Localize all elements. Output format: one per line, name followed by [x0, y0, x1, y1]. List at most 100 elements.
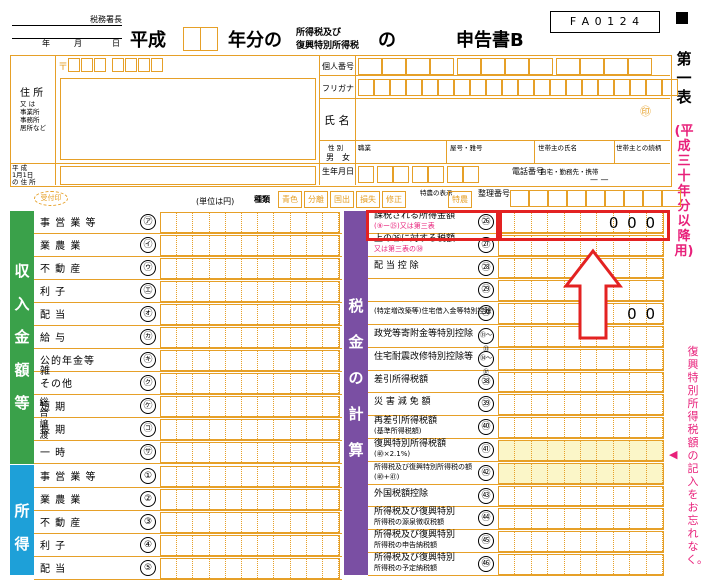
sex-male[interactable]: 男 — [326, 152, 334, 163]
row-mark: ㊵ — [478, 419, 494, 436]
amount-input[interactable] — [160, 558, 340, 579]
ref-no-boxes[interactable] — [510, 190, 681, 207]
amount-input[interactable] — [160, 442, 340, 463]
income-row-label: 配 当 — [40, 310, 67, 321]
tax-office-label: 税務署長 — [90, 15, 122, 24]
tax-amount-input[interactable] — [498, 394, 664, 416]
year-suffix: 年分の — [228, 30, 282, 51]
amount-input[interactable] — [160, 489, 340, 510]
tax-row-label: (特定増改築等)住宅借入金等特別控除 — [374, 307, 492, 316]
era-label: 平成 — [130, 30, 166, 51]
amount-input[interactable] — [160, 258, 340, 279]
amount-input[interactable] — [160, 350, 340, 371]
income-row: 業 農 業 ② — [34, 488, 342, 511]
tax-row-sub: 又は第三表の㊳ — [374, 244, 423, 253]
tax-amount-input[interactable] — [498, 485, 664, 507]
tax-row-label: 所得税及び復興特別 — [374, 553, 456, 563]
row-mark: ㊺ — [478, 533, 494, 550]
kind-correction[interactable]: 修正 — [382, 191, 406, 208]
amount-input[interactable] — [160, 304, 340, 325]
income-row-label: 業 農 業 — [40, 241, 82, 252]
tax-row-label: 復興特別所得税額 — [374, 439, 447, 449]
amount-input[interactable] — [160, 327, 340, 348]
divider — [319, 163, 670, 164]
amount-input[interactable] — [160, 281, 340, 302]
postal-code-boxes[interactable] — [68, 58, 163, 72]
tax-type-line1: 所得税及び — [296, 28, 342, 38]
name-input[interactable] — [358, 101, 666, 137]
tax-row-sub: (基準所得税額) — [374, 427, 422, 436]
income-section-label: 収入金額等 — [14, 262, 30, 412]
kind-blue[interactable]: 青色 — [278, 191, 302, 208]
amount-input[interactable] — [160, 535, 340, 556]
jan1-label: 平 成 1月1日の 住 所 — [12, 164, 36, 186]
row-mark: ㉞〜㊲ — [478, 350, 494, 376]
amount-input[interactable] — [160, 512, 340, 533]
tax-amount-input[interactable] — [498, 531, 664, 552]
row-mark: ③ — [140, 514, 156, 530]
furigana-boxes[interactable] — [358, 79, 678, 96]
amount-input[interactable] — [160, 212, 340, 233]
row-mark: ㋐ — [140, 214, 156, 230]
kind-national[interactable]: 国出 — [330, 191, 354, 208]
amount-input[interactable] — [160, 419, 340, 440]
row-mark: ㊷ — [478, 464, 494, 481]
tax-amount-input[interactable] — [498, 348, 664, 370]
tax-row-label: 所得税及び復興特別所得税の額 — [374, 462, 472, 471]
address-input[interactable] — [60, 78, 316, 160]
income-row: 配 当 ⑤ — [34, 557, 342, 580]
tax-row: 所得税及び復興特別 所得税の予定納税額 ㊻ — [368, 553, 664, 576]
income-row: 事 営 業 等 ㋐ — [34, 211, 342, 234]
income-row-label: 短 期 — [40, 402, 67, 413]
tax-amount-input[interactable] — [498, 462, 664, 484]
divider — [446, 140, 447, 163]
row-mark: ㊶ — [478, 442, 494, 458]
kind-label: 種類 — [254, 195, 270, 204]
shotoku-section-label: 所得 — [14, 502, 30, 553]
row-mark: ㊻ — [478, 556, 494, 572]
amount-input[interactable] — [160, 373, 340, 394]
kind-loss[interactable]: 損失 — [356, 191, 380, 208]
row-mark: ㋚ — [140, 444, 156, 460]
transfer-label: 総合譲渡 — [39, 398, 49, 441]
birth-boxes[interactable] — [358, 166, 479, 183]
amount-input[interactable] — [160, 396, 340, 417]
income-row: 長 期 ㋙ — [34, 418, 342, 441]
tax-row-label: 住宅耐震改修特別控除等 — [374, 351, 474, 362]
income-row-label: 不 動 産 — [40, 264, 82, 275]
tax-row: 復興特別所得税額 (㊵×2.1%) ㊶ — [368, 439, 664, 462]
tax-amount-input[interactable] — [498, 417, 664, 438]
tax-row-label: 政党等寄附金等特別控除 — [374, 329, 474, 339]
arrow-left-icon: ◀ — [669, 448, 678, 461]
sex-female[interactable]: 女 — [342, 152, 350, 163]
income-row-label: 事 営 業 等 — [40, 472, 97, 483]
income-row: 不 動 産 ③ — [34, 511, 342, 534]
amount-input[interactable] — [160, 235, 340, 256]
tax-row: 災 害 減 免 額 ㊴ — [368, 393, 664, 417]
kind-separate[interactable]: 分離 — [304, 191, 328, 208]
year-box-2[interactable] — [200, 27, 218, 51]
tax-row-sub: 所得税の申告納税額 — [374, 541, 437, 550]
row-mark: ㉙ — [478, 282, 494, 299]
special-agri-label: 特農の表示 — [420, 189, 453, 197]
row-mark: ㉚ — [478, 305, 494, 322]
income-row: 配 当 ㋔ — [34, 303, 342, 326]
tax-row: 差引所得税額 ㊳ — [368, 371, 664, 394]
tax-amount-input[interactable] — [498, 554, 664, 575]
tax-amount-input[interactable] — [498, 371, 664, 393]
row-mark: ㋗ — [140, 375, 156, 391]
amount-input[interactable] — [160, 466, 340, 487]
tax-row: 住宅耐震改修特別控除等 ㉞〜㊲ — [368, 348, 664, 376]
year-box-1[interactable] — [183, 27, 201, 51]
tax-amount-input[interactable] — [498, 440, 664, 461]
misc-label: 雑 — [40, 366, 50, 377]
special-agri-stamp[interactable]: 特農 — [448, 191, 472, 208]
row-mark: ⑤ — [140, 560, 156, 576]
phone-label: 電話番号 — [512, 167, 544, 176]
my-number-boxes[interactable] — [358, 58, 652, 75]
tax-amount-input[interactable] — [498, 508, 664, 530]
tax-row: 所得税及び復興特別 所得税の源泉徴収税額 ㊹ — [368, 507, 664, 531]
tax-amount-value: 0 0 — [627, 305, 657, 324]
income-row: 短 期 ㋘ — [34, 395, 342, 418]
jan1-address-input[interactable] — [60, 166, 316, 185]
